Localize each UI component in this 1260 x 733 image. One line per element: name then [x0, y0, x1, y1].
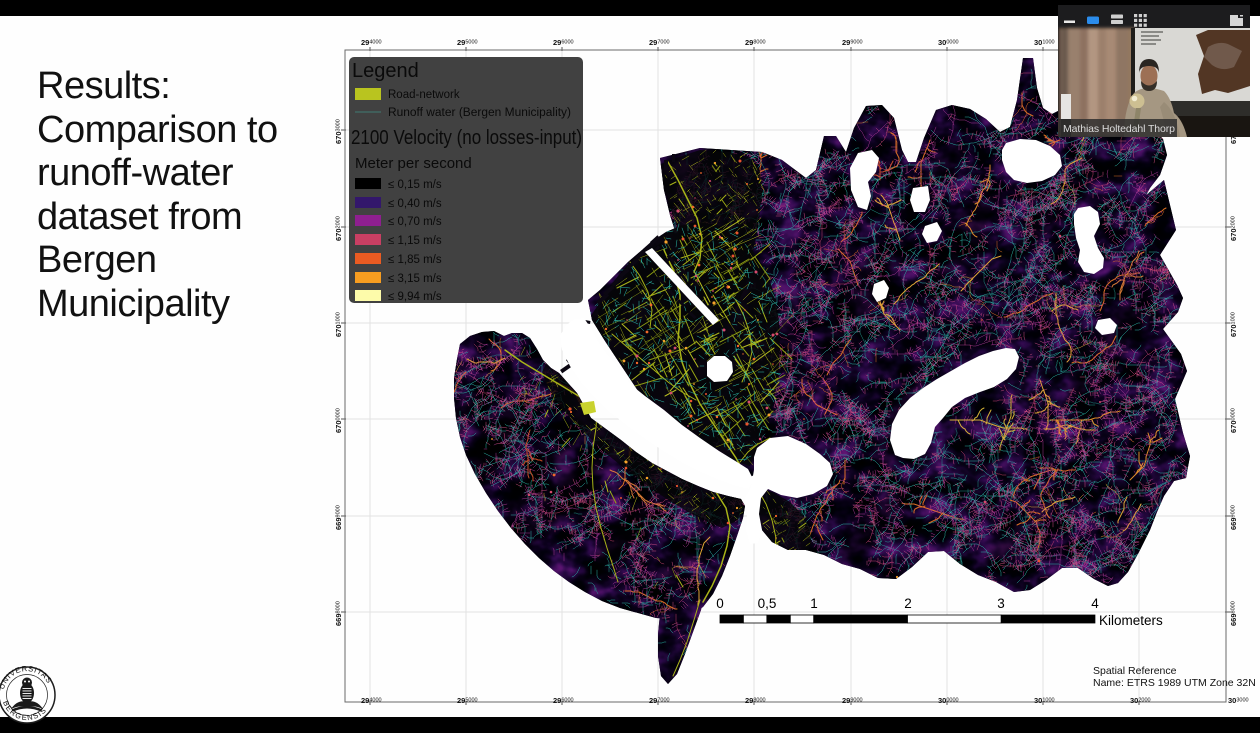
svg-text:2: 2 [904, 596, 912, 611]
svg-text:6699000: 6699000 [334, 505, 343, 530]
svg-text:299000: 299000 [842, 696, 863, 705]
svg-text:296000: 296000 [553, 696, 574, 705]
svg-text:0,5: 0,5 [758, 596, 777, 611]
svg-text:303000: 303000 [1228, 696, 1249, 705]
svg-text:≤ 3,15 m/s: ≤ 3,15 m/s [388, 273, 442, 285]
svg-text:295000: 295000 [457, 38, 478, 47]
svg-text:≤ 0,15 m/s: ≤ 0,15 m/s [388, 179, 442, 191]
svg-text:294000: 294000 [361, 38, 382, 47]
svg-text:6703000: 6703000 [334, 119, 343, 144]
svg-text:1: 1 [810, 596, 818, 611]
svg-text:6700000: 6700000 [334, 408, 343, 433]
svg-text:3: 3 [997, 596, 1005, 611]
svg-text:298000: 298000 [745, 696, 766, 705]
svg-text:≤ 1,85 m/s: ≤ 1,85 m/s [388, 254, 442, 266]
svg-text:Mathias Holtedahl Thorp: Mathias Holtedahl Thorp [1063, 123, 1175, 135]
svg-text:Road-network: Road-network [388, 89, 460, 101]
svg-text:299000: 299000 [842, 38, 863, 47]
svg-text:6702000: 6702000 [1229, 216, 1238, 241]
svg-text:Kilometers: Kilometers [1099, 613, 1163, 628]
svg-text:4: 4 [1091, 596, 1099, 611]
svg-text:6698000: 6698000 [1229, 601, 1238, 626]
svg-text:6701000: 6701000 [334, 312, 343, 337]
svg-text:297000: 297000 [649, 38, 670, 47]
svg-text:Name: ETRS 1989 UTM Zone 32N: Name: ETRS 1989 UTM Zone 32N [1093, 677, 1256, 689]
svg-text:6702000: 6702000 [334, 216, 343, 241]
svg-text:6701000: 6701000 [1229, 312, 1238, 337]
svg-text:300000: 300000 [938, 38, 959, 47]
svg-text:≤ 9,94 m/s: ≤ 9,94 m/s [388, 291, 442, 303]
svg-text:Spatial Reference: Spatial Reference [1093, 665, 1177, 677]
svg-text:6700000: 6700000 [1229, 408, 1238, 433]
svg-text:294000: 294000 [361, 696, 382, 705]
svg-text:6698000: 6698000 [334, 601, 343, 626]
svg-text:300000: 300000 [938, 696, 959, 705]
svg-text:297000: 297000 [649, 696, 670, 705]
svg-text:≤ 1,15 m/s: ≤ 1,15 m/s [388, 235, 442, 247]
svg-text:301000: 301000 [1034, 38, 1055, 47]
svg-text:Meter per second: Meter per second [355, 155, 472, 172]
svg-text:Runoff water (Bergen Municipal: Runoff water (Bergen Municipality) [388, 107, 571, 119]
svg-text:Legend: Legend [352, 60, 419, 82]
svg-text:296000: 296000 [553, 38, 574, 47]
svg-text:298000: 298000 [745, 38, 766, 47]
svg-text:302000: 302000 [1130, 696, 1151, 705]
svg-text:295000: 295000 [457, 696, 478, 705]
svg-text:301000: 301000 [1034, 696, 1055, 705]
svg-text:0: 0 [716, 596, 724, 611]
svg-text:2100 Velocity (no losses-input: 2100 Velocity (no losses-input) [351, 127, 582, 149]
svg-text:≤ 0,40 m/s: ≤ 0,40 m/s [388, 198, 442, 210]
svg-text:≤ 0,70 m/s: ≤ 0,70 m/s [388, 216, 442, 228]
svg-text:6699000: 6699000 [1229, 505, 1238, 530]
